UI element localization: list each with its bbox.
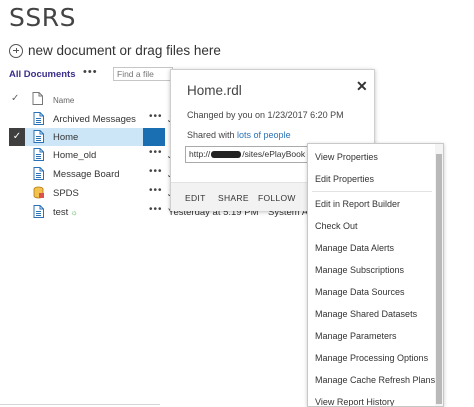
menu-item-edit-in-report-builder[interactable]: Edit in Report Builder — [315, 199, 400, 209]
item-name-link[interactable]: SPDS — [53, 188, 79, 199]
shared-prefix: Shared with — [187, 130, 238, 140]
menu-item-view-properties[interactable]: View Properties — [315, 152, 378, 162]
menu-item-view-report-history[interactable]: View Report History — [315, 397, 394, 406]
item-menu-button[interactable]: ••• — [149, 185, 163, 196]
item-menu-button[interactable]: ••• — [149, 147, 163, 158]
close-icon[interactable]: ✕ — [356, 78, 368, 95]
menu-item-manage-cache-refresh-plans[interactable]: Manage Cache Refresh Plans — [315, 375, 435, 385]
plus-circle-icon[interactable] — [9, 43, 23, 58]
callout-title[interactable]: Home.rdl — [187, 83, 242, 98]
url-prefix: http:// — [189, 149, 211, 159]
item-menu-button[interactable]: ••• — [149, 111, 163, 122]
menu-scrollbar-thumb[interactable] — [436, 154, 442, 404]
share-button[interactable]: SHARE — [218, 193, 249, 203]
callout-open-button[interactable] — [143, 128, 165, 146]
find-file-input[interactable] — [113, 67, 173, 81]
item-name-link[interactable]: Home — [53, 132, 78, 143]
menu-item-manage-shared-datasets[interactable]: Manage Shared Datasets — [315, 309, 417, 319]
select-all-checkbox[interactable]: ✓ — [11, 93, 19, 104]
item-name-text[interactable]: test — [53, 207, 68, 218]
new-document-label[interactable]: new document or drag files here — [28, 43, 221, 58]
document-icon — [33, 205, 44, 218]
menu-item-manage-parameters[interactable]: Manage Parameters — [315, 331, 397, 341]
menu-item-manage-subscriptions[interactable]: Manage Subscriptions — [315, 265, 404, 275]
list-bottom-divider — [0, 404, 160, 405]
item-name-link[interactable]: Home_old — [53, 150, 96, 161]
menu-item-check-out[interactable]: Check Out — [315, 221, 358, 231]
new-document-button[interactable]: new document or drag files here — [9, 43, 221, 58]
view-tab-all-documents[interactable]: All Documents — [9, 69, 76, 80]
menu-separator — [312, 191, 432, 192]
row-checkbox-checked[interactable]: ✓ — [9, 128, 25, 146]
data-source-icon — [33, 186, 44, 199]
column-header-name[interactable]: Name — [53, 96, 74, 105]
menu-item-manage-data-alerts[interactable]: Manage Data Alerts — [315, 243, 394, 253]
url-suffix: /sites/ePlayBook — [242, 149, 306, 159]
document-icon — [33, 148, 44, 161]
document-icon — [33, 167, 44, 180]
view-more-button[interactable]: ••• — [83, 66, 98, 78]
item-menu-button[interactable]: ••• — [149, 204, 163, 215]
menu-item-edit-properties[interactable]: Edit Properties — [315, 174, 374, 184]
document-icon — [33, 130, 44, 143]
redaction-mark — [211, 151, 242, 159]
context-menu: View Properties Edit Properties Edit in … — [307, 143, 444, 407]
callout-shared-text: Shared with lots of people — [187, 130, 291, 140]
item-name-link[interactable]: Message Board — [53, 169, 120, 180]
document-type-header-icon — [32, 92, 43, 105]
new-item-icon: ☼ — [70, 208, 78, 217]
shared-with-link[interactable]: lots of people — [237, 130, 291, 140]
menu-item-manage-data-sources[interactable]: Manage Data Sources — [315, 287, 405, 297]
document-icon — [33, 112, 44, 125]
site-title[interactable]: SSRS — [9, 3, 76, 32]
item-name-link[interactable]: test ☼ — [53, 207, 78, 218]
menu-item-manage-processing-options[interactable]: Manage Processing Options — [315, 353, 428, 363]
item-menu-button[interactable]: ••• — [149, 166, 163, 177]
item-name-link[interactable]: Archived Messages — [53, 114, 136, 125]
follow-button[interactable]: FOLLOW — [258, 193, 296, 203]
callout-changed-text: Changed by you on 1/23/2017 6:20 PM — [187, 110, 344, 120]
edit-button[interactable]: EDIT — [185, 193, 206, 203]
